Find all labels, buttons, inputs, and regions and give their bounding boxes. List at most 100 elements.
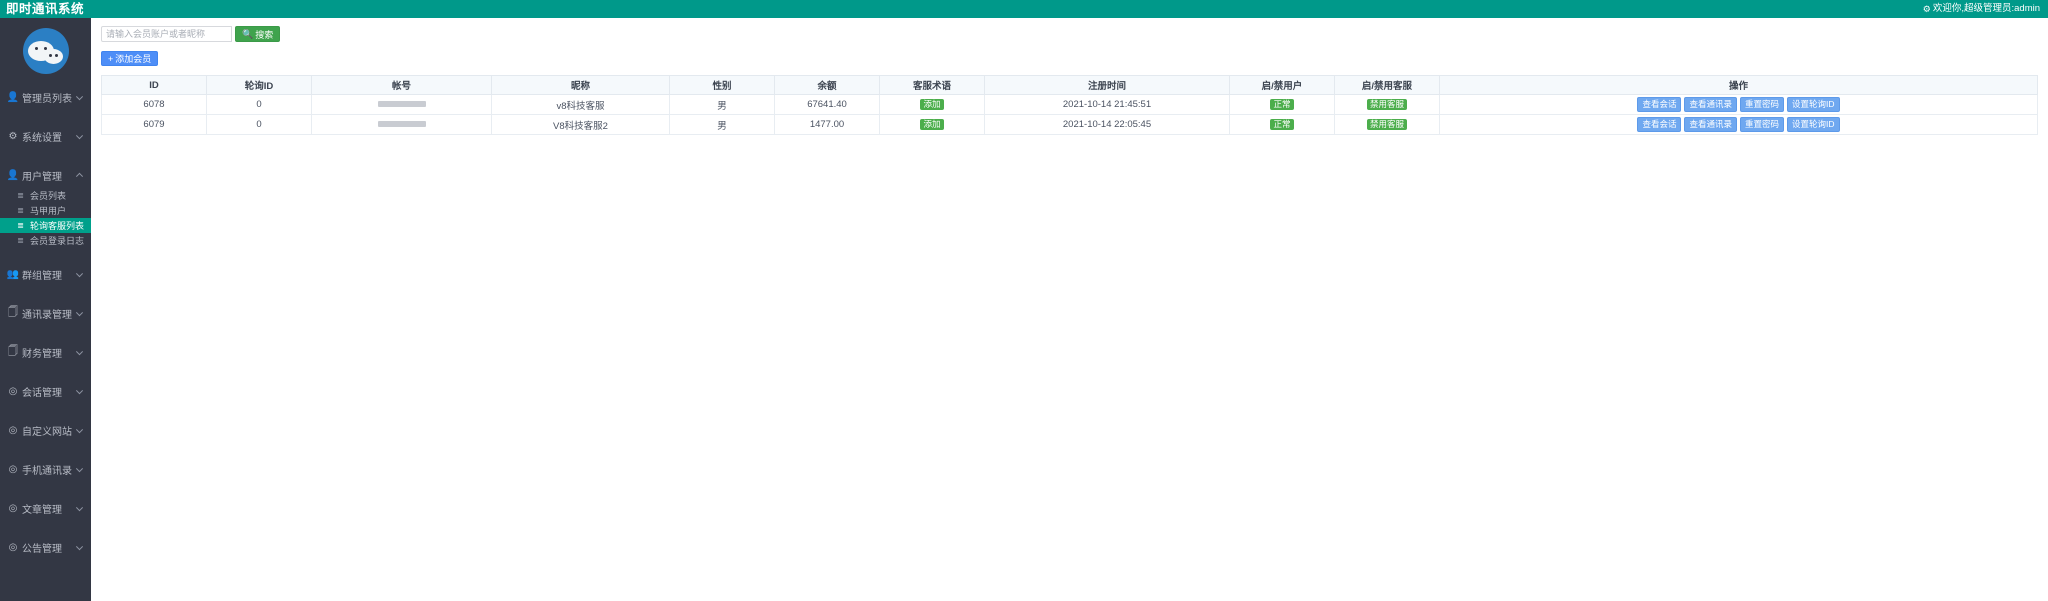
chevron-down-icon: [76, 132, 83, 139]
sidebar-spacer: [0, 248, 91, 261]
cell-service-status[interactable]: 禁用客服: [1335, 115, 1440, 135]
sidebar-item-10[interactable]: ◎公告管理: [0, 534, 91, 560]
sidebar-spacer: [0, 443, 91, 456]
search-input[interactable]: [101, 26, 232, 42]
cell-nickname: v8科技客服: [492, 95, 670, 115]
chat-icon: ◎: [7, 386, 19, 397]
sidebar-item-label: 手机通讯录: [22, 462, 72, 477]
action-button-1[interactable]: 查看通讯录: [1684, 97, 1737, 112]
table-row: 60780v8科技客服男67641.40添加2021-10-14 21:45:5…: [102, 95, 2038, 115]
app-title: 即时通讯系统: [6, 0, 84, 18]
chevron-down-icon: [76, 465, 83, 472]
members-table: ID轮询ID帐号昵称性别余额客服术语注册时间启/禁用户启/禁用客服操作 6078…: [101, 75, 2038, 135]
top-bar: 即时通讯系统 ⚙ 欢迎你,超级管理员:admin: [0, 0, 2048, 18]
cell-register-time: 2021-10-14 22:05:45: [985, 115, 1230, 135]
add-member-label: 添加会员: [115, 52, 151, 65]
sidebar-item-label: 通讯录管理: [22, 306, 72, 321]
sidebar-item-5[interactable]: 🗍财务管理: [0, 339, 91, 365]
service-status-badge[interactable]: 禁用客服: [1367, 119, 1407, 131]
table-header-cell-7: 注册时间: [985, 76, 1230, 95]
sidebar-item-8[interactable]: ◎手机通讯录: [0, 456, 91, 482]
penguin-logo-icon: [23, 28, 69, 74]
table-header-cell-9: 启/禁用客服: [1335, 76, 1440, 95]
sidebar-item-0[interactable]: 👤管理员列表: [0, 84, 91, 110]
user-status-badge[interactable]: 正常: [1270, 119, 1293, 131]
action-button-2[interactable]: 重置密码: [1740, 117, 1784, 132]
sidebar-item-label: 自定义网站: [22, 423, 72, 438]
sidebar-item-2[interactable]: 👤用户管理: [0, 162, 91, 188]
service-term-badge[interactable]: 添加: [920, 119, 943, 131]
table-header-row: ID轮询ID帐号昵称性别余额客服术语注册时间启/禁用户启/禁用客服操作: [102, 76, 2038, 95]
table-header-cell-5: 余额: [775, 76, 880, 95]
sidebar-spacer: [0, 482, 91, 495]
sidebar-subitem-label: 会员登录日志: [30, 234, 84, 247]
gear-icon: ⚙: [1923, 0, 1931, 18]
chevron-down-icon: [76, 387, 83, 394]
sidebar-subitem-label: 轮询客服列表: [30, 219, 84, 232]
search-icon: 🔍: [242, 29, 253, 40]
sidebar-item-4[interactable]: 🗍通讯录管理: [0, 300, 91, 326]
sidebar-subitem-1[interactable]: ≣马甲用户: [0, 203, 91, 218]
chevron-down-icon: [76, 309, 83, 316]
action-button-0[interactable]: 查看会话: [1637, 97, 1681, 112]
cell-id: 6078: [102, 95, 207, 115]
list-icon: ≣: [16, 221, 25, 230]
list-icon: ≣: [16, 236, 25, 245]
sidebar-item-7[interactable]: ◎自定义网站: [0, 417, 91, 443]
user-icon: 👤: [7, 170, 19, 181]
sidebar-subitem-2[interactable]: ≣ 轮询客服列表: [0, 218, 91, 233]
cell-balance: 67641.40: [775, 95, 880, 115]
action-button-1[interactable]: 查看通讯录: [1684, 117, 1737, 132]
book-icon: 🗍: [7, 344, 19, 361]
plus-icon: +: [108, 54, 113, 64]
members-table-wrapper: ID轮询ID帐号昵称性别余额客服术语注册时间启/禁用户启/禁用客服操作 6078…: [101, 75, 2038, 135]
sidebar-subitem-3[interactable]: ≣ 会员登录日志: [0, 233, 91, 248]
cell-actions: 查看会话查看通讯录重置密码设置轮询ID: [1440, 95, 2038, 115]
user-status-badge[interactable]: 正常: [1270, 99, 1293, 111]
action-button-3[interactable]: 设置轮询ID: [1787, 97, 1840, 112]
sidebar-item-9[interactable]: ◎文章管理: [0, 495, 91, 521]
cell-id: 6079: [102, 115, 207, 135]
table-row: 60790V8科技客服2男1477.00添加2021-10-14 22:05:4…: [102, 115, 2038, 135]
sidebar-item-1[interactable]: ⚙系统设置: [0, 123, 91, 149]
sidebar-spacer: [0, 110, 91, 123]
chat-icon: ◎: [7, 425, 19, 436]
sidebar-item-3[interactable]: 👥群组管理: [0, 261, 91, 287]
book-icon: 🗍: [7, 305, 19, 322]
sidebar-item-label: 会话管理: [22, 384, 62, 399]
main-content: 🔍 搜索 + 添加会员 ID轮询ID帐号昵称性别余额客服术语注册时间启/禁用户启…: [91, 18, 2048, 601]
search-toolbar: 🔍 搜索: [101, 26, 2038, 42]
sidebar-item-6[interactable]: ◎会话管理: [0, 378, 91, 404]
action-button-group: 查看会话查看通讯录重置密码设置轮询ID: [1441, 97, 2036, 112]
sidebar-item-label: 系统设置: [22, 129, 62, 144]
chevron-down-icon: [76, 543, 83, 550]
cell-service-status[interactable]: 禁用客服: [1335, 95, 1440, 115]
search-button[interactable]: 🔍 搜索: [235, 26, 280, 42]
cell-service-term[interactable]: 添加: [880, 95, 985, 115]
cell-balance: 1477.00: [775, 115, 880, 135]
service-term-badge[interactable]: 添加: [920, 99, 943, 111]
cell-user-status[interactable]: 正常: [1230, 95, 1335, 115]
cell-poll-id: 0: [207, 95, 312, 115]
table-header-cell-1: 轮询ID: [207, 76, 312, 95]
cell-user-status[interactable]: 正常: [1230, 115, 1335, 135]
user-welcome[interactable]: ⚙ 欢迎你,超级管理员:admin: [1923, 0, 2040, 18]
chevron-up-icon: [76, 173, 83, 180]
sidebar: 👤管理员列表⚙系统设置👤用户管理≣会员列表≣马甲用户≣轮询客服列表≣会员登录日志…: [0, 18, 91, 601]
sidebar-spacer: [0, 521, 91, 534]
action-button-2[interactable]: 重置密码: [1740, 97, 1784, 112]
add-member-button[interactable]: + 添加会员: [101, 51, 158, 66]
chevron-down-icon: [76, 426, 83, 433]
sidebar-item-label: 管理员列表: [22, 90, 72, 105]
action-button-3[interactable]: 设置轮询ID: [1787, 117, 1840, 132]
service-status-badge[interactable]: 禁用客服: [1367, 99, 1407, 111]
cell-account: [312, 115, 492, 135]
cell-service-term[interactable]: 添加: [880, 115, 985, 135]
table-header-cell-8: 启/禁用户: [1230, 76, 1335, 95]
sidebar-spacer: [0, 326, 91, 339]
cell-actions: 查看会话查看通讯录重置密码设置轮询ID: [1440, 115, 2038, 135]
action-button-0[interactable]: 查看会话: [1637, 117, 1681, 132]
sidebar-subitem-0[interactable]: ≣会员列表: [0, 188, 91, 203]
table-header-cell-3: 昵称: [492, 76, 670, 95]
redacted-account: [378, 121, 426, 127]
